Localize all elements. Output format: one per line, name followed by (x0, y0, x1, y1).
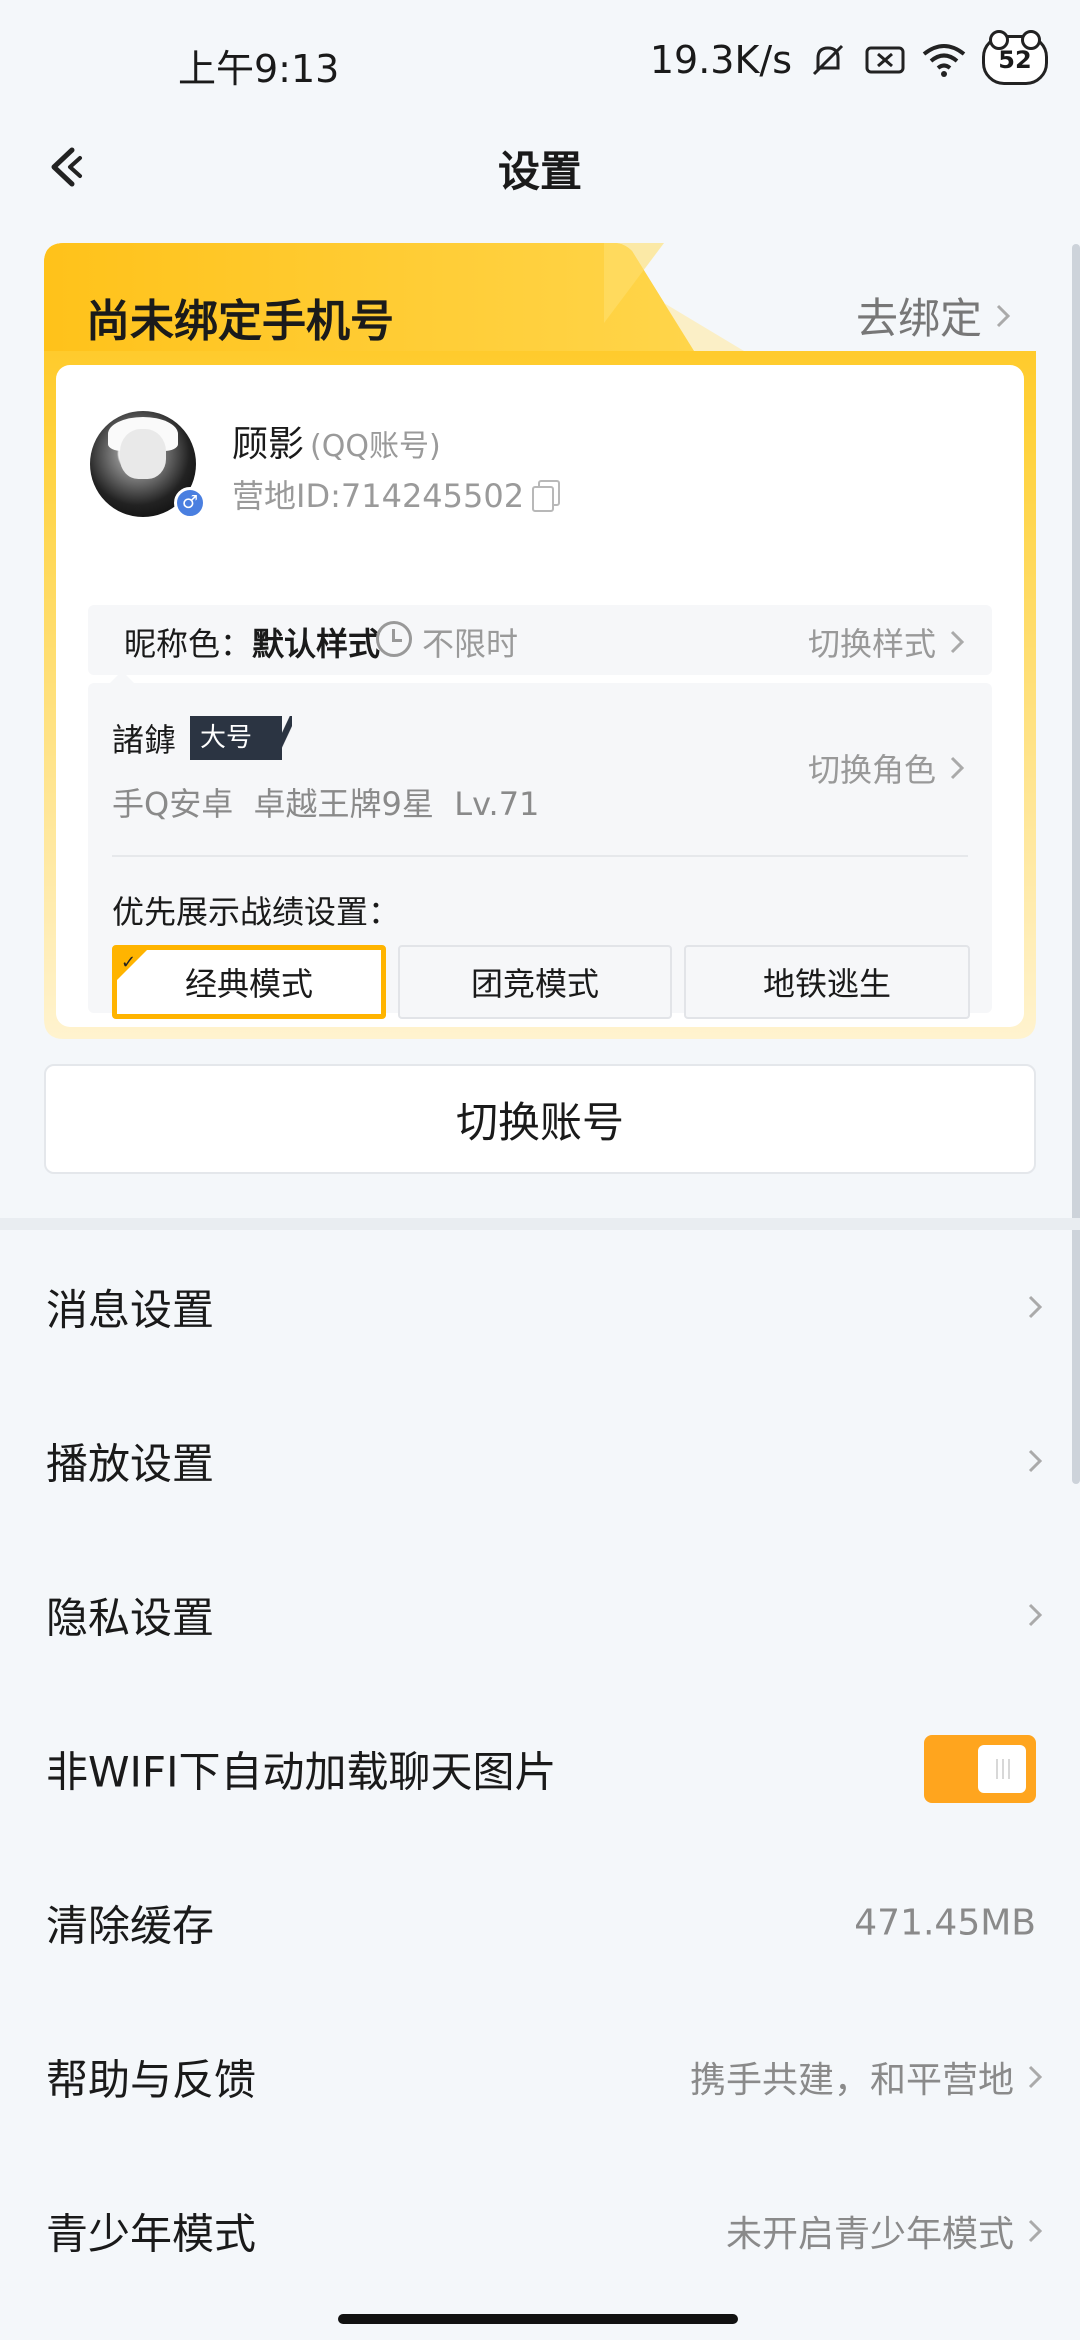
settings-right: 未开启青少年模式 (726, 2205, 1046, 2257)
chevron-right-icon (1028, 2065, 1043, 2089)
settings-label: 播放设置 (46, 1439, 215, 1489)
status-bar: 上午9:13 19.3K/s 52 (0, 0, 1080, 120)
mode-label: 地铁逃生 (762, 965, 891, 1003)
net-speed: 19.3K/s (649, 38, 792, 82)
bind-phone-label: 去绑定 (855, 294, 982, 343)
chevron-right-icon (996, 304, 1011, 327)
settings-item-privacy[interactable]: 隐私设置 (0, 1538, 1080, 1692)
chevron-right-icon (1028, 1295, 1043, 1319)
account-type: (QQ账号) (310, 429, 441, 464)
settings-right (1026, 1599, 1046, 1631)
account-card-body: ♂ 顾影 (QQ账号) 营地ID:714245502 昵称色：默认样式 不限时 切… (56, 365, 1024, 1027)
camp-id: 营地ID:714245502 (232, 471, 561, 517)
status-time: 上午9:13 (178, 47, 340, 91)
chevron-right-icon (1028, 1449, 1043, 1473)
bind-phone-button[interactable]: 去绑定 (856, 285, 1014, 346)
nickname-color-key: 昵称色： (124, 625, 253, 663)
mode-label: 经典模式 (184, 965, 313, 1003)
mode-metro-button[interactable]: 地铁逃生 (684, 945, 970, 1019)
main-account-tag: 大号 (190, 716, 293, 760)
male-icon: ♂ (174, 487, 206, 519)
nickname-color-label: 昵称色：默认样式 (124, 619, 380, 665)
settings-item-playback[interactable]: 播放设置 (0, 1384, 1080, 1538)
role-name: 諸鎼 大号 (112, 715, 293, 761)
settings-value: 未开启青少年模式 (725, 2214, 1014, 2255)
cache-size: 471.45MB (854, 1903, 1036, 1944)
battery-indicator: 52 (982, 30, 1048, 85)
copy-icon[interactable] (532, 480, 561, 512)
settings-item-teen-mode[interactable]: 青少年模式 未开启青少年模式 (0, 2154, 1080, 2308)
settings-right (1026, 1445, 1046, 1477)
account-card: 尚未绑定手机号 去绑定 ♂ 顾影 (QQ账号) 营地ID:714245502 昵称… (44, 243, 1036, 1039)
settings-right: 携手共建，和平营地 (690, 2051, 1046, 2103)
settings-item-help-feedback[interactable]: 帮助与反馈 携手共建，和平营地 (0, 2000, 1080, 2154)
avatar-face (120, 429, 166, 479)
role-box: 諸鎼 大号 手Q安卓 卓越王牌9星 Lv.71 切换角色 优先展示战绩设置： ✓… (88, 683, 992, 1019)
section-divider (0, 1218, 1080, 1230)
time-limit-label: 不限时 (422, 625, 519, 663)
priority-label: 优先展示战绩设置： (112, 893, 401, 931)
user-nickname: 顾影 (232, 424, 305, 465)
role-name-text: 諸鎼 (112, 721, 177, 759)
switch-account-button[interactable]: 切换账号 (44, 1064, 1036, 1174)
nickname-color-row: 昵称色：默认样式 不限时 切换样式 (88, 605, 992, 675)
settings-label: 隐私设置 (46, 1593, 215, 1643)
bell-mute-icon (812, 44, 844, 76)
auto-load-toggle[interactable] (924, 1735, 1036, 1803)
chevron-right-icon (1028, 2219, 1043, 2243)
page-title: 设置 (497, 147, 582, 196)
switch-role-label: 切换角色 (807, 751, 936, 789)
cache-size-value: 471.45MB (854, 1902, 1036, 1944)
settings-label: 非WIFI下自动加载聊天图片 (46, 1747, 557, 1797)
status-icons: 19.3K/s 52 (650, 30, 1048, 90)
settings-item-messages[interactable]: 消息设置 (0, 1230, 1080, 1384)
user-name: 顾影 (QQ账号) (232, 415, 441, 467)
home-indicator[interactable] (338, 2314, 738, 2324)
settings-label: 消息设置 (46, 1285, 215, 1335)
clock-icon (376, 621, 412, 657)
chevron-right-icon (1028, 1603, 1043, 1627)
sim-off-icon (865, 46, 905, 74)
role-detail: 手Q安卓 卓越王牌9星 Lv.71 (112, 785, 540, 823)
wifi-icon (922, 44, 966, 77)
check-icon: ✓ (121, 952, 137, 973)
chevron-right-icon (950, 630, 965, 654)
settings-item-clear-cache[interactable]: 清除缓存 471.45MB (0, 1846, 1080, 2000)
nickname-color-value: 默认样式 (252, 625, 381, 663)
mode-label: 团竞模式 (470, 965, 599, 1003)
toggle-knob (978, 1745, 1026, 1793)
chevron-right-icon (950, 756, 965, 780)
switch-style-button[interactable]: 切换样式 (808, 619, 968, 665)
settings-item-auto-load-images: 非WIFI下自动加载聊天图片 (0, 1692, 1080, 1846)
mode-classic-button[interactable]: ✓ 经典模式 (112, 945, 386, 1019)
switch-role-button[interactable]: 切换角色 (808, 745, 968, 791)
bind-phone-title: 尚未绑定手机号 (86, 296, 394, 347)
switch-style-label: 切换样式 (807, 625, 936, 663)
settings-value: 携手共建，和平营地 (689, 2060, 1014, 2101)
divider (112, 855, 968, 857)
header-bar: 设置 (0, 120, 1080, 214)
settings-right (1026, 1291, 1046, 1323)
settings-label: 帮助与反馈 (46, 2055, 257, 2105)
mode-team-button[interactable]: 团竞模式 (398, 945, 672, 1019)
camp-id-text: 营地ID:714245502 (232, 477, 525, 515)
mode-selector: ✓ 经典模式 团竞模式 地铁逃生 (112, 945, 970, 1019)
settings-label: 青少年模式 (46, 2209, 257, 2259)
settings-label: 清除缓存 (46, 1901, 215, 1951)
